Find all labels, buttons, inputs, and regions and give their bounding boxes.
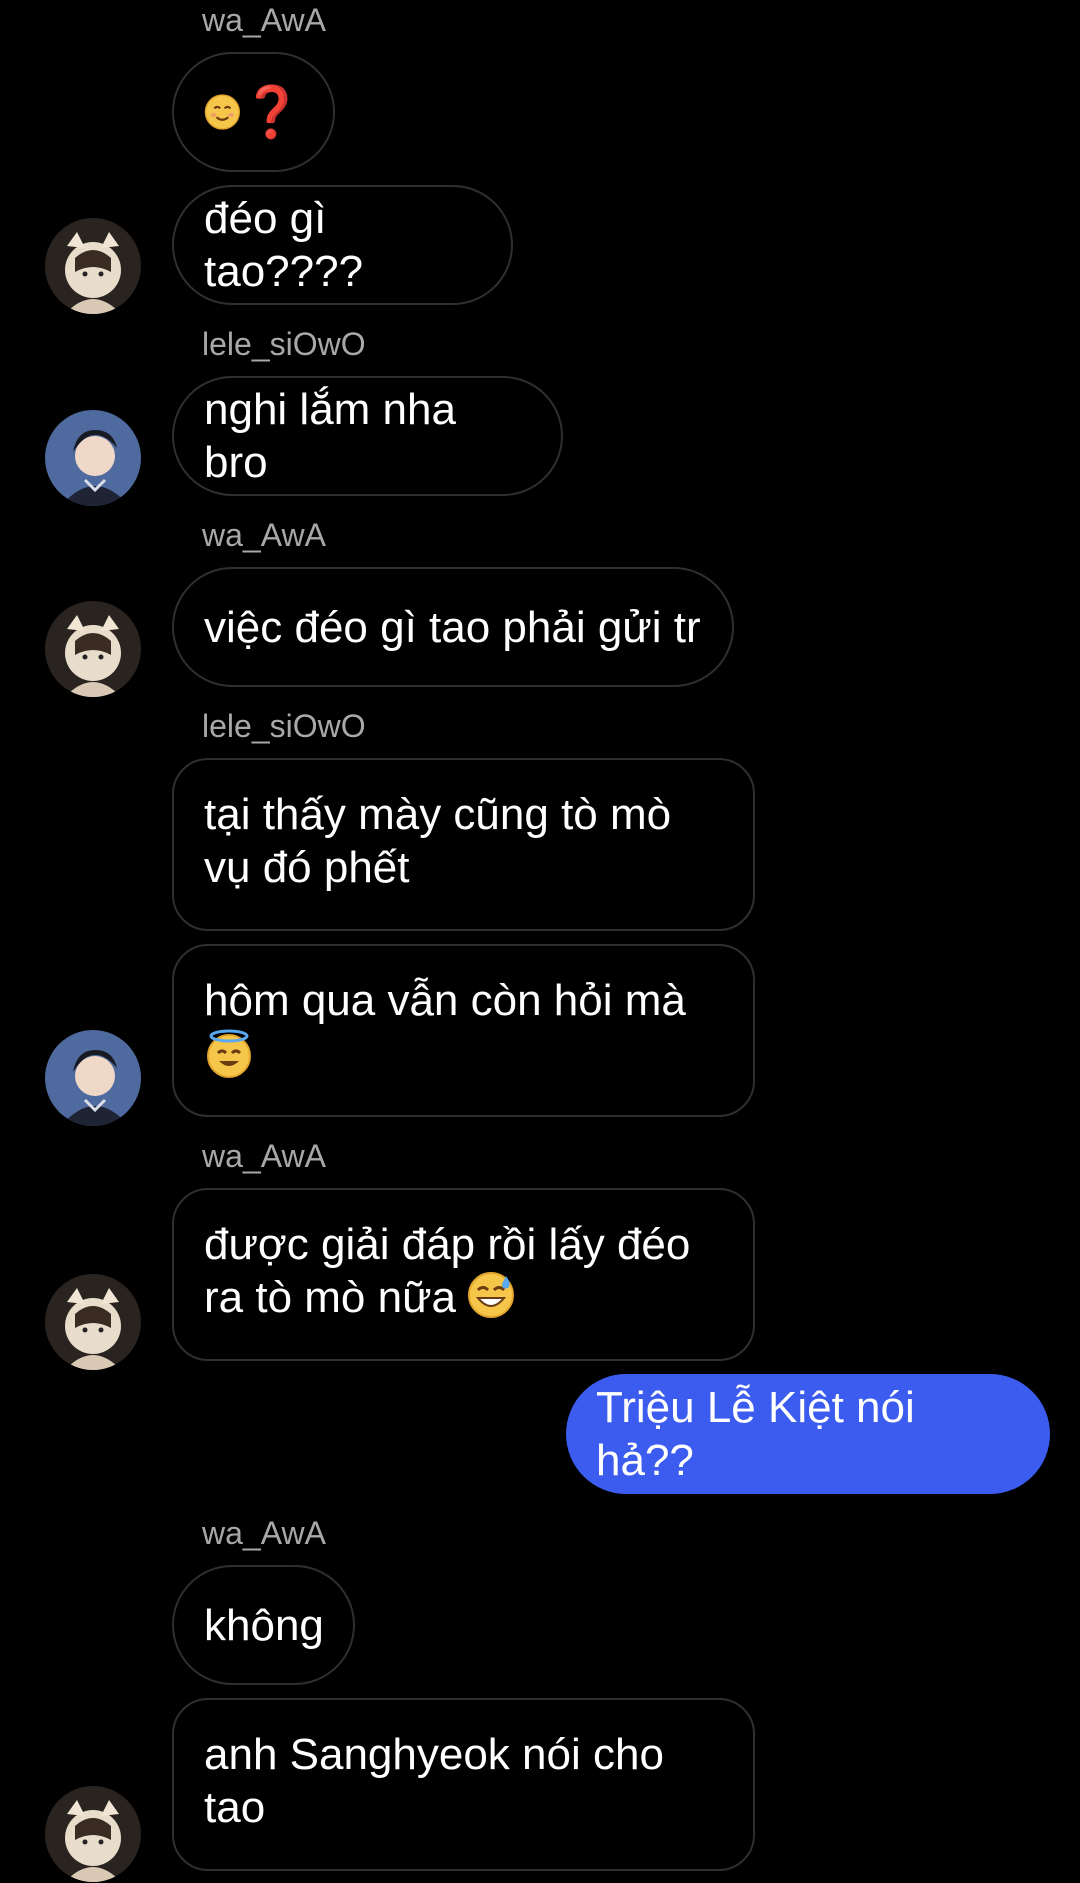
- message-bubble[interactable]: hôm qua vẫn còn hỏi mà: [172, 944, 755, 1117]
- message-text: ❓: [240, 83, 303, 140]
- sender-name: wa_AwA: [202, 1138, 326, 1174]
- avatar[interactable]: [45, 410, 141, 506]
- message-text: đéo gì tao????: [204, 194, 364, 296]
- avatar[interactable]: [45, 601, 141, 697]
- message-text: việc đéo gì tao phải gửi tr: [204, 602, 701, 652]
- message-text: Triệu Lễ Kiệt nói hả??: [596, 1383, 927, 1485]
- avatar[interactable]: [45, 1274, 141, 1370]
- sender-name: wa_AwA: [202, 2, 326, 38]
- message-bubble[interactable]: ❓: [172, 52, 335, 172]
- smiling-face-icon: [204, 94, 240, 130]
- message-text: nghi lắm nha bro: [204, 385, 469, 487]
- sender-name: lele_siOwO: [202, 326, 366, 362]
- message-bubble[interactable]: tại thấy mày cũng tò mò vụ đó phết: [172, 758, 755, 931]
- message-bubble[interactable]: đéo gì tao????: [172, 185, 513, 305]
- message-bubble[interactable]: anh Sanghyeok nói cho tao: [172, 1698, 755, 1871]
- avatar[interactable]: [45, 1030, 141, 1126]
- avatar[interactable]: [45, 218, 141, 314]
- halo-face-icon: [207, 1029, 251, 1078]
- message-bubble[interactable]: việc đéo gì tao phải gửi tr: [172, 567, 734, 687]
- message-text: không: [204, 1600, 324, 1650]
- message-bubble[interactable]: được giải đáp rồi lấy đéo ra tò mò nữa: [172, 1188, 755, 1361]
- sender-name: lele_siOwO: [202, 708, 366, 744]
- sender-name: wa_AwA: [202, 1515, 326, 1551]
- message-text: tại thấy mày cũng tò mò vụ đó phết: [204, 790, 672, 892]
- message-text: anh Sanghyeok nói cho tao: [204, 1730, 664, 1832]
- sweat-smile-icon: [468, 1272, 514, 1318]
- message-bubble[interactable]: không: [172, 1565, 355, 1685]
- message-text: được giải đáp rồi lấy đéo ra tò mò nữa: [204, 1220, 691, 1322]
- avatar[interactable]: [45, 1786, 141, 1882]
- sender-name: wa_AwA: [202, 517, 326, 553]
- message-bubble[interactable]: nghi lắm nha bro: [172, 376, 563, 496]
- outgoing-message-bubble[interactable]: Triệu Lễ Kiệt nói hả??: [566, 1374, 1050, 1494]
- message-text: hôm qua vẫn còn hỏi mà: [204, 976, 686, 1025]
